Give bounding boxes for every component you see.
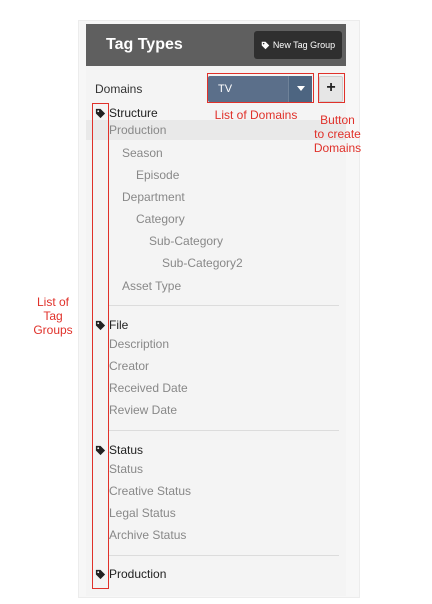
tag-item-received-date[interactable]: Received Date — [109, 381, 188, 395]
new-tag-group-label: New Tag Group — [272, 40, 336, 50]
domains-label: Domains — [95, 82, 143, 96]
tag-item-status[interactable]: Status — [109, 462, 143, 476]
annotation-line: List of — [36, 295, 69, 309]
annotation-line: to create — [314, 127, 361, 141]
page-title: Tag Types — [106, 36, 183, 53]
tag-item-asset-type[interactable]: Asset Type — [122, 279, 181, 293]
tag-item-sub-category2[interactable]: Sub-Category2 — [162, 256, 243, 270]
annotation-line: Button — [320, 113, 355, 127]
annotation-box-domains — [207, 73, 314, 103]
group-title-label: Status — [109, 443, 144, 457]
tag-item-category[interactable]: Category — [136, 212, 185, 226]
annotation-line: Domains — [313, 141, 362, 155]
annotation-box-add-button — [318, 73, 345, 103]
annotation-box-tag-groups — [92, 103, 109, 589]
group-divider — [109, 555, 339, 556]
tag-item-creator[interactable]: Creator — [109, 359, 149, 373]
group-title-label: File — [109, 318, 129, 332]
panel-header: Tag Types New Tag Group — [86, 24, 346, 66]
tag-item-description[interactable]: Description — [109, 337, 169, 351]
tag-item-creative-status[interactable]: Creative Status — [109, 484, 191, 498]
annotation-tag-groups: List of Tag Groups — [22, 295, 84, 337]
annotation-create-domains: Button to create Domains — [300, 113, 375, 155]
tag-item-department[interactable]: Department — [122, 190, 185, 204]
tag-item-review-date[interactable]: Review Date — [109, 403, 177, 417]
tag-item-season[interactable]: Season — [122, 146, 163, 160]
tag-icon — [261, 41, 270, 49]
new-tag-group-button[interactable]: New Tag Group — [254, 31, 342, 59]
tag-item-episode[interactable]: Episode — [136, 168, 179, 182]
group-title-label: Production — [109, 567, 167, 581]
group-divider — [109, 305, 339, 306]
group-title-label: Structure — [109, 106, 158, 120]
annotation-line: Tag — [43, 309, 63, 323]
group-divider — [109, 430, 339, 431]
annotation-line: Groups — [33, 323, 73, 337]
tag-item-sub-category[interactable]: Sub-Category — [149, 234, 223, 248]
annotation-list-of-domains: List of Domains — [214, 108, 298, 122]
tag-item-legal-status[interactable]: Legal Status — [109, 506, 176, 520]
tag-item-archive-status[interactable]: Archive Status — [109, 528, 186, 542]
